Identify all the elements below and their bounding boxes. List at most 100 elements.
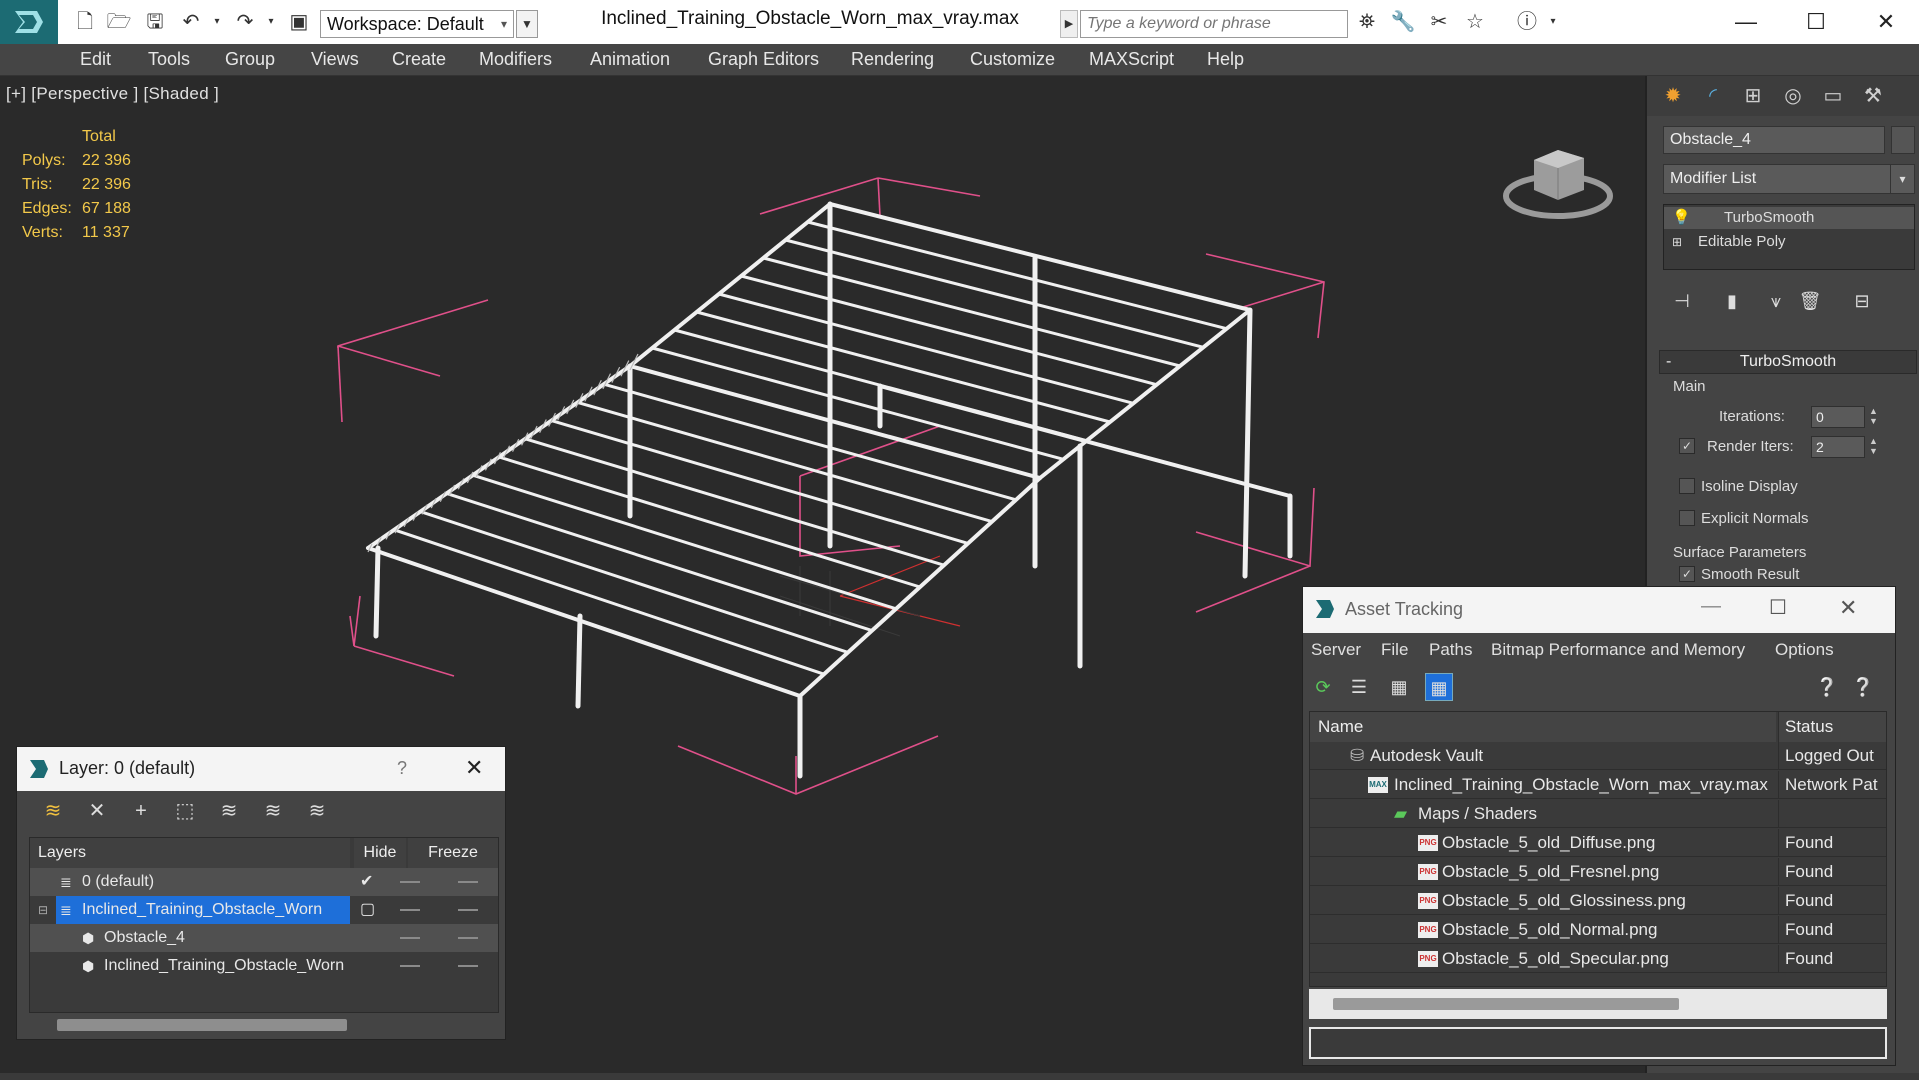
close-icon[interactable]: ✕ (465, 755, 483, 781)
motion-tab-icon[interactable]: ◎ (1775, 81, 1811, 111)
menu-help[interactable]: Help (1207, 49, 1244, 70)
project-icon[interactable]: ▣ (286, 10, 312, 34)
layer-row[interactable]: ⊟ ≣ Inclined_Training_Obstacle_Worn ▢ (30, 896, 498, 924)
asset-dialog-titlebar[interactable]: Asset Tracking — ☐ ✕ (1303, 587, 1895, 633)
layer-row[interactable]: ≣ 0 (default) ✔ (30, 868, 498, 896)
hide-toggle[interactable] (400, 965, 420, 967)
table-view-icon[interactable]: ▦ (1425, 673, 1453, 701)
expand-plus-icon[interactable]: ⊞ (1672, 231, 1682, 253)
delete-layer-icon[interactable]: ✕ (83, 797, 111, 825)
layer-row[interactable]: ⬢ Obstacle_4 (30, 924, 498, 952)
menu-create[interactable]: Create (392, 49, 446, 70)
hide-toggle[interactable] (400, 881, 420, 883)
collapse-icon[interactable]: ⊟ (38, 896, 48, 924)
stack-item-turbosmooth[interactable]: 💡 TurboSmooth (1664, 207, 1914, 229)
new-layer-icon[interactable]: ≋ (39, 797, 67, 825)
menu-edit[interactable]: Edit (80, 49, 111, 70)
explicit-normals-checkbox[interactable] (1679, 510, 1695, 526)
asset-row[interactable]: PNG Obstacle_5_old_Glossiness.png Found (1310, 887, 1886, 915)
create-tab-icon[interactable]: ✹ (1655, 81, 1691, 111)
freeze-toggle[interactable] (458, 881, 478, 883)
asset-row[interactable]: PNG Obstacle_5_old_Diffuse.png Found (1310, 829, 1886, 857)
iterations-spinner[interactable]: 0 (1811, 406, 1865, 428)
search-input[interactable] (1080, 10, 1348, 38)
open-file-icon[interactable]: 🗁 (106, 10, 132, 34)
freeze-toggle[interactable] (458, 909, 478, 911)
menu-customize[interactable]: Customize (970, 49, 1055, 70)
sign-in-icon[interactable]: ✂ (1426, 10, 1452, 34)
asset-row[interactable]: PNG Obstacle_5_old_Specular.png Found (1310, 945, 1886, 973)
object-color-swatch[interactable] (1891, 126, 1915, 154)
show-end-result-icon[interactable]: ▮ (1719, 288, 1745, 314)
workspace-dropdown[interactable]: Workspace: Default ▾ (320, 10, 514, 38)
freeze-toggle[interactable] (458, 965, 478, 967)
binoculars-icon[interactable]: ⛯ (1354, 10, 1380, 34)
star-icon[interactable]: ☆ (1462, 10, 1488, 34)
spinner-arrows-icon[interactable]: ▲ ▼ (1869, 436, 1878, 456)
add-to-layer-icon[interactable]: + (127, 797, 155, 825)
spinner-arrows-icon[interactable]: ▲ ▼ (1869, 406, 1878, 426)
lightbulb-icon[interactable]: 💡 (1672, 207, 1691, 229)
workspace-menu-button[interactable]: ▼ (516, 10, 538, 38)
hide-toggle[interactable] (400, 909, 420, 911)
configure-sets-icon[interactable]: ⊟ (1849, 288, 1875, 314)
horizontal-scrollbar[interactable] (1333, 998, 1679, 1010)
thumbnail-view-icon[interactable]: ▦ (1385, 673, 1413, 701)
refresh-icon[interactable]: ⟳ (1309, 673, 1337, 701)
hierarchy-tab-icon[interactable]: ⊞ (1735, 81, 1771, 111)
viewcube-icon[interactable] (1500, 124, 1616, 229)
pin-stack-icon[interactable]: ⊣ (1669, 288, 1695, 314)
menu-group[interactable]: Group (225, 49, 275, 70)
render-iters-spinner[interactable]: 2 (1811, 436, 1865, 458)
menu-file[interactable]: File (1381, 640, 1408, 660)
make-unique-icon[interactable]: ⩛ (1763, 288, 1789, 314)
menu-views[interactable]: Views (311, 49, 359, 70)
layer-dialog-titlebar[interactable]: Layer: 0 (default) ? ✕ (17, 747, 505, 791)
modifier-list-dropdown[interactable]: Modifier List ▾ (1663, 164, 1915, 194)
menu-server[interactable]: Server (1311, 640, 1361, 660)
maximize-button[interactable]: ☐ (1769, 595, 1787, 620)
name-column-header[interactable]: Name (1310, 712, 1776, 742)
search-expand-icon[interactable]: ▶ (1060, 10, 1078, 38)
tools-icon[interactable]: 🔧 (1390, 10, 1416, 34)
menu-modifiers[interactable]: Modifiers (479, 49, 552, 70)
freeze-all-icon[interactable]: ≋ (303, 797, 331, 825)
new-file-icon[interactable]: 🗋 (72, 10, 98, 34)
object-name-field[interactable]: Obstacle_4 (1663, 126, 1885, 154)
undo-dropdown-icon[interactable]: ▾ (204, 10, 230, 34)
set-active-layer-icon[interactable]: ▢ (360, 896, 375, 924)
maximize-button[interactable]: ☐ (1796, 4, 1836, 40)
layer-row[interactable]: ⬢ Inclined_Training_Obstacle_Worn (30, 952, 498, 980)
horizontal-scrollbar[interactable] (57, 1019, 347, 1031)
list-view-icon[interactable]: ☰ (1345, 673, 1373, 701)
menu-tools[interactable]: Tools (148, 49, 190, 70)
display-tab-icon[interactable]: ▭ (1815, 81, 1851, 111)
rollout-header[interactable]: - TurboSmooth (1659, 350, 1917, 374)
close-button[interactable]: ✕ (1866, 4, 1906, 40)
remove-modifier-icon[interactable]: 🗑 (1797, 288, 1823, 314)
utilities-tab-icon[interactable]: ⚒ (1855, 81, 1891, 111)
modify-tab-icon[interactable]: ◜ (1695, 81, 1731, 111)
layers-column-header[interactable]: Layers (30, 838, 350, 868)
asset-row[interactable]: PNG Obstacle_5_old_Normal.png Found (1310, 916, 1886, 944)
highlight-layer-icon[interactable]: ≋ (215, 797, 243, 825)
viewport-label[interactable]: [+] [Perspective ] [Shaded ] (6, 84, 219, 104)
help-button[interactable]: ? (397, 758, 407, 779)
app-logo[interactable] (0, 0, 58, 44)
minimize-button[interactable]: — (1726, 4, 1766, 40)
render-iters-checkbox[interactable]: ✓ (1679, 438, 1695, 454)
active-layer-check-icon[interactable]: ✔ (360, 868, 373, 896)
asset-row[interactable]: ▰ Maps / Shaders (1310, 800, 1886, 828)
menu-maxscript[interactable]: MAXScript (1089, 49, 1174, 70)
hide-toggle[interactable] (400, 937, 420, 939)
freeze-column-header[interactable]: Freeze (408, 838, 498, 868)
help-icon[interactable]: ⓘ (1514, 10, 1540, 34)
freeze-toggle[interactable] (458, 937, 478, 939)
menu-animation[interactable]: Animation (590, 49, 670, 70)
asset-row[interactable]: MAX Inclined_Training_Obstacle_Worn_max_… (1310, 771, 1886, 799)
menu-paths[interactable]: Paths (1429, 640, 1472, 660)
redo-icon[interactable]: ↷ (232, 10, 258, 34)
isoline-display-checkbox[interactable] (1679, 478, 1695, 494)
minimize-button[interactable]: — (1701, 595, 1721, 618)
server-help-icon[interactable]: ❔ (1813, 673, 1841, 701)
